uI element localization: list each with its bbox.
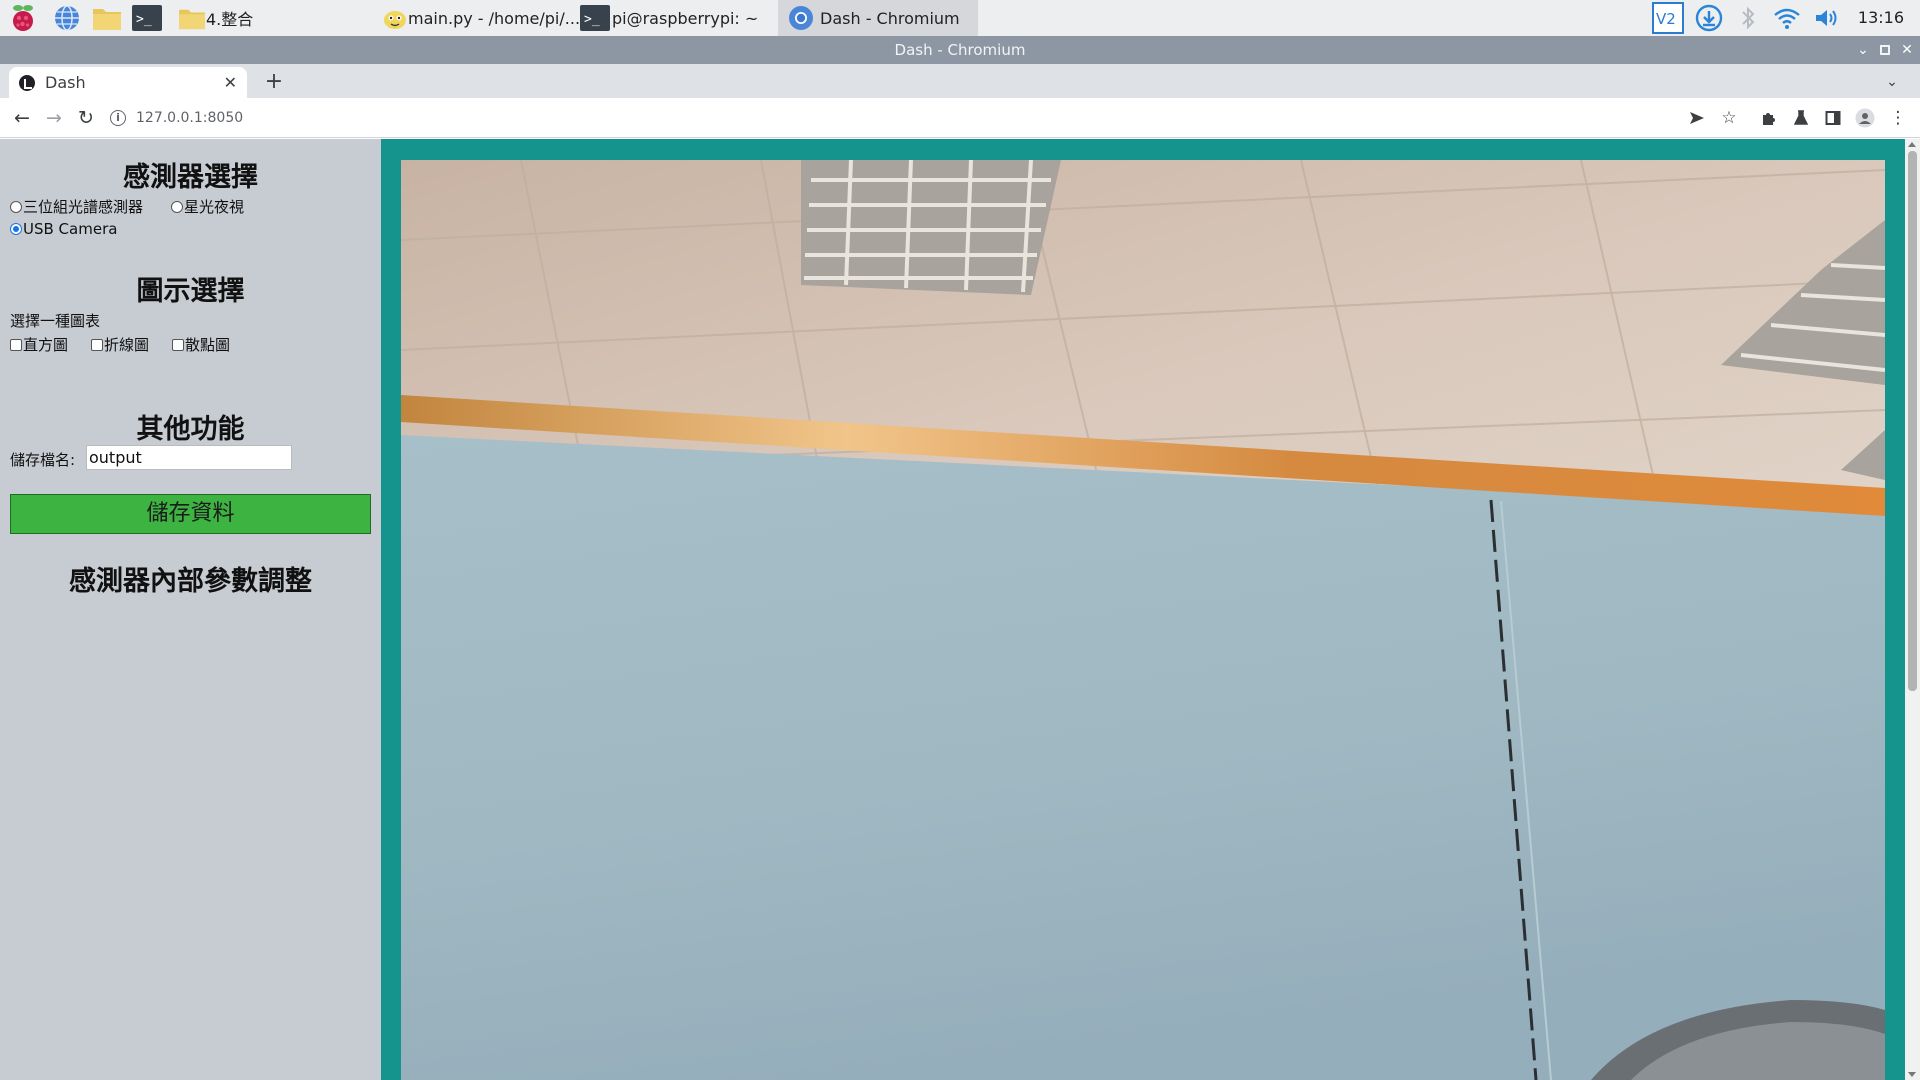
back-button[interactable]: ←	[8, 104, 36, 132]
tab-search-icon[interactable]: ⌄	[1878, 68, 1906, 96]
send-icon[interactable]	[1683, 104, 1711, 132]
params-section-title: 感測器內部參數調整	[69, 566, 312, 597]
checkbox[interactable]	[10, 338, 22, 351]
camera-feed-image	[401, 160, 1885, 1080]
extensions-icon[interactable]	[1755, 104, 1783, 132]
dash-page: 感測器選擇 三位組光譜感測器 星光夜視 USB Camera 圖示選擇 選擇一種…	[0, 139, 1920, 1080]
chart-option-line[interactable]: 折線圖	[91, 334, 149, 355]
taskbar-folder-label: 4.整合	[206, 10, 254, 29]
svg-text:V2: V2	[1656, 10, 1676, 28]
close-window-icon[interactable]: ✕	[1896, 36, 1918, 64]
side-panel-icon[interactable]	[1819, 104, 1847, 132]
scrollbar-thumb[interactable]	[1908, 151, 1917, 691]
maximize-icon[interactable]	[1874, 36, 1896, 64]
chart-option-histogram[interactable]: 直方圖	[10, 334, 68, 355]
chromium-icon	[789, 6, 813, 30]
browser-menu-icon[interactable]: ⋮	[1884, 104, 1912, 132]
filename-label: 儲存檔名:	[10, 451, 76, 469]
sensor-option-label: USB Camera	[23, 220, 118, 238]
new-tab-button[interactable]: +	[260, 68, 288, 96]
taskbar-folder[interactable]: 4.整合	[178, 0, 253, 36]
taskbar-task-label: Dash - Chromium	[820, 8, 960, 28]
taskbar-task-chromium[interactable]: Dash - Chromium	[778, 0, 978, 36]
camera-feed-frame	[381, 139, 1905, 1080]
taskbar-task-label: main.py - /home/pi/...	[408, 8, 581, 28]
window-titlebar[interactable]: Dash - Chromium ⌄ ✕	[0, 36, 1920, 64]
scroll-up-icon[interactable]	[1908, 142, 1916, 147]
radio-button[interactable]	[10, 200, 22, 213]
url-text[interactable]: 127.0.0.1:8050	[136, 110, 243, 126]
chart-option-label: 直方圖	[23, 336, 69, 354]
filename-input[interactable]	[86, 445, 292, 470]
vnc-icon[interactable]: V2	[1652, 0, 1684, 36]
checkbox[interactable]	[172, 338, 184, 351]
labs-flask-icon[interactable]	[1787, 104, 1815, 132]
svg-text:>_: >_	[584, 12, 600, 27]
browser-tab[interactable]: Dash ✕	[9, 67, 247, 98]
radio-button[interactable]	[171, 200, 183, 213]
thonny-icon	[384, 11, 406, 29]
profile-avatar-icon[interactable]	[1851, 104, 1879, 132]
chart-option-label: 散點圖	[185, 336, 231, 354]
clock: 13:16	[1857, 8, 1904, 27]
svg-text:>_: >_	[136, 12, 152, 27]
sensor-option-label: 三位組光譜感測器	[23, 198, 144, 216]
sensor-option-starlight[interactable]: 星光夜視	[171, 196, 244, 217]
sensor-option-usb-camera[interactable]: USB Camera	[10, 220, 117, 238]
browser-tab-strip: Dash ✕ + ⌄	[0, 64, 1920, 98]
close-tab-icon[interactable]: ✕	[224, 73, 237, 92]
forward-button[interactable]: →	[40, 104, 68, 132]
bluetooth-icon[interactable]	[1734, 0, 1762, 36]
sensor-section-title: 感測器選擇	[123, 162, 258, 193]
chart-option-label: 折線圖	[104, 336, 150, 354]
terminal-icon: >_	[580, 5, 610, 31]
raspberry-menu-icon[interactable]	[8, 3, 38, 33]
wifi-icon[interactable]	[1772, 0, 1802, 36]
control-sidebar: 感測器選擇 三位組光譜感測器 星光夜視 USB Camera 圖示選擇 選擇一種…	[0, 139, 381, 1080]
save-data-button[interactable]: 儲存資料	[10, 494, 371, 534]
taskbar-task-thonny[interactable]: main.py - /home/pi/...	[382, 0, 580, 36]
terminal-icon[interactable]: >_	[132, 3, 162, 33]
bookmark-star-icon[interactable]: ☆	[1715, 104, 1743, 132]
tab-title: Dash	[45, 73, 86, 92]
update-download-icon[interactable]	[1694, 0, 1724, 36]
site-info-icon[interactable]: i	[110, 110, 126, 126]
folder-icon	[179, 9, 205, 30]
dash-favicon-icon	[19, 74, 35, 91]
other-section-title: 其他功能	[136, 414, 245, 445]
chart-prompt: 選擇一種圖表	[10, 312, 101, 330]
scroll-down-icon[interactable]	[1908, 1072, 1916, 1077]
web-browser-icon[interactable]	[52, 3, 82, 33]
minimize-icon[interactable]: ⌄	[1852, 36, 1874, 64]
sensor-option-spectral[interactable]: 三位組光譜感測器	[10, 196, 143, 217]
chart-section-title: 圖示選擇	[136, 276, 245, 307]
taskbar-task-label: pi@raspberrypi: ~	[612, 8, 759, 28]
taskbar-task-terminal[interactable]: >_ pi@raspberrypi: ~	[580, 0, 758, 36]
browser-toolbar: ← → ↻ i 127.0.0.1:8050 ☆ ⋮	[0, 98, 1920, 138]
reload-button[interactable]: ↻	[72, 104, 100, 132]
file-manager-icon[interactable]	[92, 3, 122, 33]
radio-button-selected[interactable]	[10, 223, 22, 235]
checkbox[interactable]	[91, 338, 103, 351]
page-scrollbar[interactable]	[1905, 139, 1920, 1080]
address-bar[interactable]: i 127.0.0.1:8050	[110, 103, 1680, 133]
window-title: Dash - Chromium	[894, 41, 1026, 59]
volume-icon[interactable]	[1812, 0, 1842, 36]
sensor-option-label: 星光夜視	[184, 198, 245, 216]
chart-option-scatter[interactable]: 散點圖	[172, 334, 230, 355]
os-taskbar: >_ 4.整合 main.py - /home/pi/... >_ pi@ras…	[0, 0, 1920, 36]
